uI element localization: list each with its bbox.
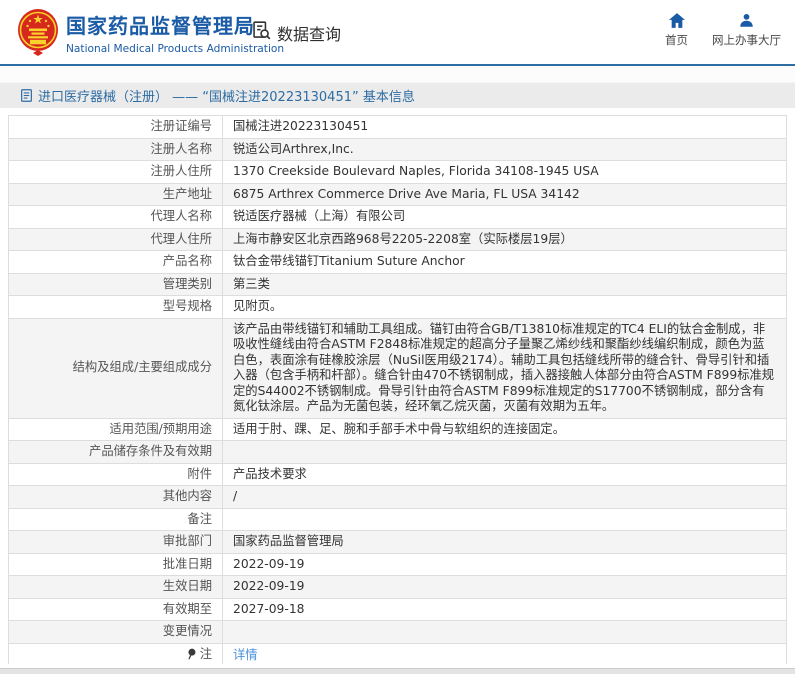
breadcrumb-title: 进口医疗器械（注册） —— “国械注进20223130451” 基本信息: [38, 90, 415, 105]
field-label: 注册证编号: [8, 115, 223, 139]
field-value: 详情: [222, 642, 787, 664]
table-row: 适用范围/预期用途 适用于肘、踝、足、腕和手部手术中骨与软组织的连接固定。: [8, 417, 787, 441]
field-value: 第三类: [222, 272, 787, 296]
field-label: 注: [8, 642, 223, 665]
info-table-body: 注册证编号 国械注进20223130451 注册人名称 锐适公司Arthrex,Inc…: [8, 115, 787, 665]
header-gap: [0, 66, 795, 82]
field-label: 审批部门: [8, 530, 223, 554]
table-row: 其他内容 /: [8, 485, 787, 509]
field-label: 适用范围/预期用途: [8, 417, 223, 441]
field-label: 产品名称: [8, 250, 223, 274]
document-icon: [21, 89, 32, 102]
table-row: 产品储存条件及有效期: [8, 440, 787, 464]
field-label: 代理人名称: [8, 205, 223, 229]
national-emblem-icon: [17, 8, 59, 56]
field-value: /: [222, 485, 787, 509]
nav-service-hall[interactable]: 网上办事大厅: [712, 13, 781, 48]
field-label: 其他内容: [8, 485, 223, 509]
field-value: 见附页。: [222, 295, 787, 319]
table-row: 附件 产品技术要求: [8, 462, 787, 486]
field-label: 管理类别: [8, 272, 223, 296]
data-query-button[interactable]: 数据查询: [251, 20, 341, 45]
field-label: 型号规格: [8, 295, 223, 319]
table-row: 注册人住所 1370 Creekside Boulevard Naples, Fl…: [8, 160, 787, 184]
field-label: 变更情况: [8, 620, 223, 644]
field-value: 2027-09-18: [222, 597, 787, 621]
page: 国家药品监督管理局 National Medical Products Admi…: [0, 0, 795, 674]
field-value: 国家药品监督管理局: [222, 530, 787, 554]
nav-service-hall-label: 网上办事大厅: [712, 33, 781, 47]
page-footer: [0, 668, 795, 674]
table-row: 备注: [8, 507, 787, 531]
field-label: 结构及组成/主要组成成分: [8, 317, 223, 419]
top-nav: 首页 网上办事大厅: [665, 13, 781, 48]
field-value: 适用于肘、踝、足、腕和手部手术中骨与软组织的连接固定。: [222, 417, 787, 441]
info-table: 注册证编号 国械注进20223130451 注册人名称 锐适公司Arthrex,Inc…: [8, 115, 787, 664]
table-row: 型号规格 见附页。: [8, 295, 787, 319]
field-value: [222, 620, 787, 644]
person-icon: [739, 13, 754, 28]
nav-home[interactable]: 首页: [665, 13, 688, 48]
field-label: 有效期至: [8, 597, 223, 621]
field-label: 注册人住所: [8, 160, 223, 184]
table-row: 代理人名称 锐适医疗器械（上海）有限公司: [8, 205, 787, 229]
table-row: 代理人住所 上海市静安区北京西路968号2205-2208室（实际楼层19层）: [8, 227, 787, 251]
site-header: 国家药品监督管理局 National Medical Products Admi…: [0, 0, 795, 64]
table-row: 管理类别 第三类: [8, 272, 787, 296]
field-value: 1370 Creekside Boulevard Naples, Florida…: [222, 160, 787, 184]
field-label: 生产地址: [8, 182, 223, 206]
table-row: 生产地址 6875 Arthrex Commerce Drive Ave Mari…: [8, 182, 787, 206]
table-row: 批准日期 2022-09-19: [8, 552, 787, 576]
table-row: 产品名称 钛合金带线锚钉Titanium Suture Anchor: [8, 250, 787, 274]
data-query-label: 数据查询: [277, 24, 342, 44]
field-value: [222, 507, 787, 531]
table-row: 结构及组成/主要组成成分 该产品由带线锚钉和辅助工具组成。锚钉由符合GB/T138…: [8, 317, 787, 419]
detail-link[interactable]: 详情: [233, 648, 258, 662]
field-value: 锐适公司Arthrex,Inc.: [222, 137, 787, 161]
table-row: 审批部门 国家药品监督管理局: [8, 530, 787, 554]
field-label: 附件: [8, 462, 223, 486]
table-row: 变更情况: [8, 620, 787, 644]
field-value: 国械注进20223130451: [222, 115, 787, 139]
table-row: 注详情: [8, 642, 787, 665]
nav-home-label: 首页: [665, 33, 688, 47]
field-value: [222, 440, 787, 464]
table-row: 生效日期 2022-09-19: [8, 575, 787, 599]
field-value: 该产品由带线锚钉和辅助工具组成。锚钉由符合GB/T13810标准规定的TC4 E…: [222, 317, 787, 419]
field-value: 6875 Arthrex Commerce Drive Ave Maria, F…: [222, 182, 787, 206]
table-row: 注册证编号 国械注进20223130451: [8, 115, 787, 139]
field-value: 产品技术要求: [222, 462, 787, 486]
field-value: 2022-09-19: [222, 552, 787, 576]
breadcrumb: 进口医疗器械（注册） —— “国械注进20223130451” 基本信息: [0, 82, 795, 108]
field-value: 2022-09-19: [222, 575, 787, 599]
main-content: 注册证编号 国械注进20223130451 注册人名称 锐适公司Arthrex,Inc…: [0, 108, 795, 664]
field-value: 上海市静安区北京西路968号2205-2208室（实际楼层19层）: [222, 227, 787, 251]
table-row: 注册人名称 锐适公司Arthrex,Inc.: [8, 137, 787, 161]
field-label: 代理人住所: [8, 227, 223, 251]
field-label: 备注: [8, 507, 223, 531]
home-icon: [668, 13, 685, 28]
note-pin-icon: [186, 648, 197, 665]
field-value: 锐适医疗器械（上海）有限公司: [222, 205, 787, 229]
document-search-icon: [251, 20, 272, 45]
field-label: 批准日期: [8, 552, 223, 576]
field-value: 钛合金带线锚钉Titanium Suture Anchor: [222, 250, 787, 274]
field-label: 产品储存条件及有效期: [8, 440, 223, 464]
field-label: 注册人名称: [8, 137, 223, 161]
field-label: 生效日期: [8, 575, 223, 599]
table-row: 有效期至 2027-09-18: [8, 597, 787, 621]
